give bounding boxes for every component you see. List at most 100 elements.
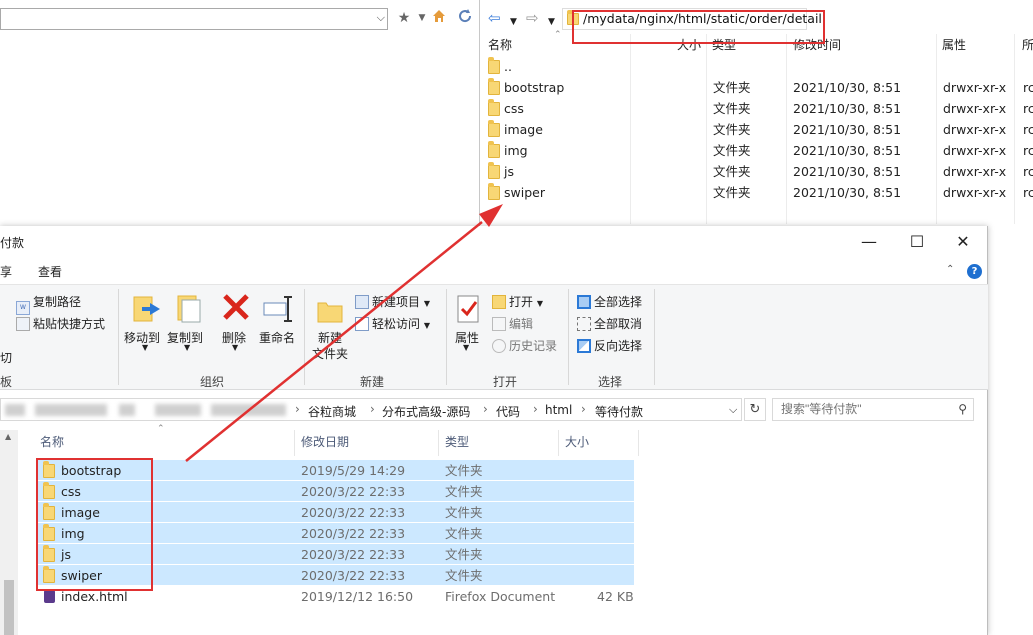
select-all-icon (577, 295, 591, 309)
remote-row[interactable]: css 文件夹 2021/10/30, 8:51 drwxr-xr-x rc (482, 98, 1033, 119)
search-input[interactable] (781, 399, 951, 419)
open-button[interactable]: 打开 ▼ (492, 293, 543, 310)
invert-selection-button[interactable]: 反向选择 (577, 337, 642, 354)
breadcrumb[interactable]: › 谷粒商城 › 分布式高级-源码 › 代码 › html › 等待付款 ⌵ (0, 398, 742, 421)
file-date: 2019/5/29 14:29 (301, 463, 406, 478)
chevron-up-icon[interactable]: ⌃ (946, 264, 954, 275)
col-size[interactable]: 大小 (565, 433, 589, 450)
dropdown-icon[interactable]: ▼ (232, 343, 238, 352)
chevron-down-icon[interactable]: ⌵ (377, 11, 385, 25)
back-arrow-icon[interactable]: ⇦ (488, 10, 501, 26)
cut-button[interactable]: 切 (0, 349, 12, 366)
easy-access-label: 轻松访问 (372, 317, 421, 331)
file-type: 文件夹 (445, 547, 483, 562)
vertical-scrollbar[interactable]: ▲ (0, 430, 18, 635)
crumb-5[interactable]: 等待付款 (595, 403, 643, 420)
remote-file-mtime: 2021/10/30, 8:51 (793, 185, 902, 200)
edit-button[interactable]: 编辑 (492, 315, 533, 332)
paste-shortcut-button[interactable]: 粘贴快捷方式 (16, 315, 105, 332)
select-all-label: 全部选择 (594, 295, 643, 309)
history-label: 历史记录 (509, 339, 558, 353)
help-icon[interactable]: ? (967, 264, 982, 279)
file-date: 2020/3/22 22:33 (301, 547, 406, 562)
copy-path-button[interactable]: W 复制路径 (16, 293, 81, 315)
ribbon: W 复制路径 粘贴快捷方式 切 板 移动到 复制到 ▼ ▼ 删除 ▼ 重命名 组织 (0, 284, 988, 390)
col-name[interactable]: 名称 (488, 36, 512, 53)
search-icon[interactable]: ⚲ (958, 402, 967, 416)
file-date: 2020/3/22 22:33 (301, 505, 406, 520)
firefox-document-icon (44, 590, 55, 603)
new-item-button[interactable]: 新建项目 ▼ (355, 293, 430, 310)
remote-file-name: js (504, 164, 514, 179)
remote-file-owner: rc (1023, 185, 1033, 200)
crumb-2[interactable]: 分布式高级-源码 (382, 403, 470, 420)
dropdown-icon[interactable]: ▼ (510, 14, 517, 30)
crumb-3[interactable]: 代码 (496, 403, 520, 420)
rename-button[interactable]: 重命名 (259, 329, 295, 346)
file-type: 文件夹 (445, 568, 483, 583)
edit-icon (492, 317, 506, 331)
local-address-input[interactable]: ⌵ (0, 8, 388, 30)
invert-selection-label: 反向选择 (594, 339, 643, 353)
dropdown-icon[interactable]: ▼ (548, 14, 555, 30)
maximize-button[interactable]: ☐ (894, 230, 940, 254)
col-date[interactable]: 修改日期 (301, 433, 349, 450)
group-label-organize: 组织 (200, 375, 225, 389)
chevron-right-icon: › (581, 402, 586, 416)
remote-file-type: 文件夹 (713, 143, 751, 158)
forward-arrow-icon[interactable]: ⇨ (526, 10, 539, 26)
window-title: 付款 (0, 236, 25, 250)
remote-row[interactable]: swiper 文件夹 2021/10/30, 8:51 drwxr-xr-x rc (482, 182, 1033, 203)
delete-x-icon (223, 294, 249, 320)
dropdown-icon[interactable]: ▼ (463, 343, 469, 352)
close-button[interactable]: ✕ (940, 230, 986, 254)
home-icon[interactable] (430, 8, 448, 28)
refresh-icon[interactable]: ↻ (744, 398, 766, 421)
select-none-icon (577, 317, 591, 331)
search-box[interactable]: ⚲ (772, 398, 974, 421)
select-all-button[interactable]: 全部选择 (577, 293, 642, 310)
remote-file-attr: drwxr-xr-x (943, 143, 1007, 158)
remote-file-owner: rc (1023, 164, 1033, 179)
remote-row[interactable]: bootstrap 文件夹 2021/10/30, 8:51 drwxr-xr-x rc (482, 77, 1033, 98)
minimize-button[interactable]: — (846, 230, 892, 254)
crumb-1[interactable]: 谷粒商城 (308, 403, 356, 420)
dropdown-icon[interactable]: ▼ (413, 8, 431, 28)
new-item-label: 新建项目 (372, 295, 421, 309)
chevron-right-icon: › (533, 402, 538, 416)
remote-file-owner: rc (1023, 80, 1033, 95)
crumb-4[interactable]: html (545, 403, 572, 417)
history-button[interactable]: 历史记录 (492, 337, 557, 354)
chevron-right-icon: › (483, 402, 488, 416)
remote-row[interactable]: js 文件夹 2021/10/30, 8:51 drwxr-xr-x rc (482, 161, 1033, 182)
remote-file-attr: drwxr-xr-x (943, 101, 1007, 116)
local-pane: ⌵ ★ ▼ (0, 0, 480, 228)
col-name[interactable]: 名称 (40, 433, 64, 450)
remote-row[interactable]: img 文件夹 2021/10/30, 8:51 drwxr-xr-x rc (482, 140, 1033, 161)
dropdown-icon[interactable]: ▼ (184, 343, 190, 352)
remote-file-mtime: 2021/10/30, 8:51 (793, 122, 902, 137)
new-folder-button[interactable]: 新建 (318, 329, 342, 346)
remote-file-owner: rc (1023, 101, 1033, 116)
remote-row[interactable]: image 文件夹 2021/10/30, 8:51 drwxr-xr-x rc (482, 119, 1033, 140)
scrollbar-thumb[interactable] (4, 580, 14, 635)
col-attr[interactable]: 属性 (942, 36, 966, 53)
star-icon[interactable]: ★ (395, 8, 413, 28)
dropdown-icon[interactable]: ▼ (142, 343, 148, 352)
scroll-up-icon[interactable]: ▲ (5, 432, 11, 441)
remote-file-mtime: 2021/10/30, 8:51 (793, 80, 902, 95)
group-label-open: 打开 (493, 375, 518, 389)
chevron-down-icon[interactable]: ⌵ (729, 403, 737, 417)
easy-access-button[interactable]: 轻松访问 ▼ (355, 315, 430, 332)
tab-view[interactable]: 查看 (38, 263, 62, 280)
remote-row[interactable]: .. (482, 56, 1033, 77)
col-type[interactable]: 类型 (445, 433, 469, 450)
select-none-button[interactable]: 全部取消 (577, 315, 642, 332)
open-folder-icon (492, 295, 506, 309)
remote-file-type: 文件夹 (713, 122, 751, 137)
col-owner[interactable]: 所 (1022, 36, 1033, 53)
tab-share[interactable]: 享 (0, 263, 12, 280)
remote-file-mtime: 2021/10/30, 8:51 (793, 143, 902, 158)
new-folder-label-2: 文件夹 (312, 347, 349, 361)
refresh-icon[interactable] (456, 8, 474, 28)
